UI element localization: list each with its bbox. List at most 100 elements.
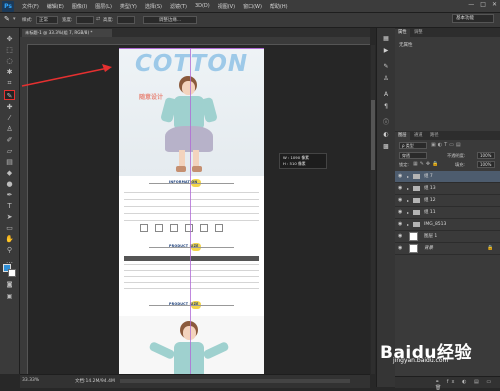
height-field[interactable]: [117, 16, 135, 24]
expand-arrow-icon[interactable]: ▸: [407, 183, 409, 194]
lasso-tool-icon[interactable]: ◌: [4, 56, 15, 66]
guide-vertical[interactable]: [190, 48, 191, 387]
eye-icon[interactable]: ◉: [398, 243, 402, 254]
menu-image[interactable]: 图像(I): [72, 3, 87, 10]
history-panel-icon[interactable]: ▦: [380, 34, 392, 44]
background-color-swatch[interactable]: [8, 269, 16, 277]
scrollbar-thumb[interactable]: [371, 100, 375, 170]
eye-icon[interactable]: ◉: [398, 195, 402, 206]
opacity-field[interactable]: 100%: [477, 152, 495, 159]
brush-panel-icon[interactable]: ✎: [380, 62, 392, 72]
layer-filter-icons[interactable]: ▣◐T▭▤: [431, 142, 463, 148]
tab-paths[interactable]: 路径: [427, 132, 442, 140]
tab-properties[interactable]: 属性: [395, 29, 410, 37]
guide-horizontal[interactable]: [119, 48, 264, 49]
menu-3d[interactable]: 3D(D): [195, 3, 210, 9]
paragraph-panel-icon[interactable]: ¶: [380, 102, 392, 112]
layers-footer: ⚭ fx ◐ ▤ ▭ 🗑: [395, 376, 500, 391]
menu-filter[interactable]: 滤镜(T): [170, 3, 187, 10]
crop-tool-icon[interactable]: ⌗: [4, 78, 15, 88]
expand-arrow-icon[interactable]: ▸: [407, 219, 409, 230]
swatches-panel-icon[interactable]: ▩: [380, 142, 392, 152]
expand-arrow-icon[interactable]: ▸: [407, 171, 409, 182]
zoom-tool-icon[interactable]: ⚲: [4, 245, 15, 255]
horizontal-scrollbar[interactable]: [120, 379, 350, 383]
zoom-level[interactable]: 33.33%: [22, 378, 39, 383]
eye-icon[interactable]: ◉: [398, 219, 402, 230]
eyedropper-tool-icon[interactable]: ⁄: [4, 113, 15, 123]
menu-layer[interactable]: 图层(L): [95, 3, 112, 10]
layer-row-img[interactable]: ◉ ▸ IMG_8513: [395, 219, 500, 231]
hero-image: COTTON 随意设计: [119, 48, 264, 176]
path-select-tool-icon[interactable]: ➤: [4, 212, 15, 222]
table-row: [124, 276, 259, 277]
refine-edge-button[interactable]: 调整边缘...: [143, 16, 197, 24]
blend-mode-select[interactable]: 穿透: [399, 152, 427, 159]
tab-adjustments[interactable]: 调整: [411, 29, 426, 37]
info-panel-icon[interactable]: ⓘ: [380, 118, 392, 128]
type-tool-icon[interactable]: T: [4, 201, 15, 211]
menu-file[interactable]: 文件(F): [22, 3, 39, 10]
healing-tool-icon[interactable]: ✚: [4, 102, 15, 112]
document-size[interactable]: 文档:14.2M/94.4M: [75, 378, 115, 384]
lock-icons[interactable]: ▦✎✥🔒: [413, 161, 440, 167]
style-select[interactable]: 正常: [36, 16, 58, 24]
eye-icon[interactable]: ◉: [398, 231, 402, 242]
dodge-tool-icon[interactable]: ●: [4, 179, 15, 189]
color-panel-icon[interactable]: ◐: [380, 130, 392, 140]
brush-tool-icon[interactable]: ✎: [4, 90, 15, 100]
ruler-vertical[interactable]: [20, 44, 28, 374]
layer-filter-select[interactable]: ρ 类型: [399, 142, 427, 149]
menu-window[interactable]: 窗口(W): [243, 3, 262, 10]
expand-arrow-icon[interactable]: ▸: [407, 207, 409, 218]
eye-icon[interactable]: ◉: [398, 171, 402, 182]
vertical-scrollbar[interactable]: [371, 45, 375, 374]
quick-select-tool-icon[interactable]: ✱: [4, 67, 15, 77]
document-tab[interactable]: 未标题-1 @ 33.3%(组 7, RGB/8) *: [22, 29, 112, 37]
eraser-tool-icon[interactable]: ▱: [4, 146, 15, 156]
layer-row-background[interactable]: ◉ 背景 🔒: [395, 243, 500, 255]
maximize-button[interactable]: □: [480, 1, 486, 8]
stamp-tool-icon[interactable]: ♙: [4, 124, 15, 134]
workspace-select[interactable]: 基本功能: [452, 14, 494, 23]
eye-icon[interactable]: ◉: [398, 207, 402, 218]
menu-view[interactable]: 视图(V): [218, 3, 235, 10]
blur-tool-icon[interactable]: ◆: [4, 168, 15, 178]
layer-row-group-11[interactable]: ◉ ▸ 组 11: [395, 207, 500, 219]
pen-tool-icon[interactable]: ✒: [4, 190, 15, 200]
expand-arrow-icon[interactable]: ▸: [407, 195, 409, 206]
layer-row-group-13[interactable]: ◉ ▸ 组 13: [395, 183, 500, 195]
close-button[interactable]: ✕: [492, 1, 497, 8]
swap-icon[interactable]: ⇄: [96, 16, 100, 22]
menu-edit[interactable]: 编辑(E): [47, 3, 64, 10]
shape-tool-icon[interactable]: ▭: [4, 223, 15, 233]
layer-thumbnail: [409, 232, 418, 241]
move-tool-icon[interactable]: ✥: [4, 34, 15, 44]
section-information-label: INFORMATION: [169, 180, 198, 184]
fill-field[interactable]: 100%: [477, 161, 495, 168]
screen-mode-icon[interactable]: ▣: [4, 292, 15, 302]
eye-icon[interactable]: ◉: [398, 183, 402, 194]
marquee-tool-icon[interactable]: ⬚: [4, 45, 15, 55]
menu-select[interactable]: 选择(S): [145, 3, 162, 10]
actions-panel-icon[interactable]: ▶: [380, 46, 392, 56]
chevron-down-icon[interactable]: ▾: [13, 16, 16, 22]
menu-help[interactable]: 帮助(H): [270, 3, 288, 10]
minimize-button[interactable]: —: [468, 1, 474, 8]
layer-actions-icons[interactable]: ⚭ fx ◐ ▤ ▭ 🗑: [435, 379, 500, 391]
layer-row-layer-1[interactable]: ◉ 图层 1: [395, 231, 500, 243]
gradient-tool-icon[interactable]: ▤: [4, 157, 15, 167]
layer-row-group-7[interactable]: ◉ ▸ 组 7: [395, 171, 500, 183]
history-brush-icon[interactable]: ✐: [4, 135, 15, 145]
character-panel-icon[interactable]: A: [380, 90, 392, 100]
layer-row-group-12[interactable]: ◉ ▸ 组 12: [395, 195, 500, 207]
brush-preset-icon[interactable]: ✎: [4, 15, 10, 23]
clone-source-icon[interactable]: ♙: [380, 74, 392, 84]
menu-type[interactable]: 类型(Y): [120, 3, 137, 10]
hand-tool-icon[interactable]: ✋: [4, 234, 15, 244]
quick-mask-icon[interactable]: ◙: [4, 280, 15, 290]
width-field[interactable]: [76, 16, 94, 24]
tab-layers[interactable]: 图层: [395, 132, 410, 140]
ruler-horizontal[interactable]: [20, 37, 370, 45]
tab-channels[interactable]: 通道: [411, 132, 426, 140]
